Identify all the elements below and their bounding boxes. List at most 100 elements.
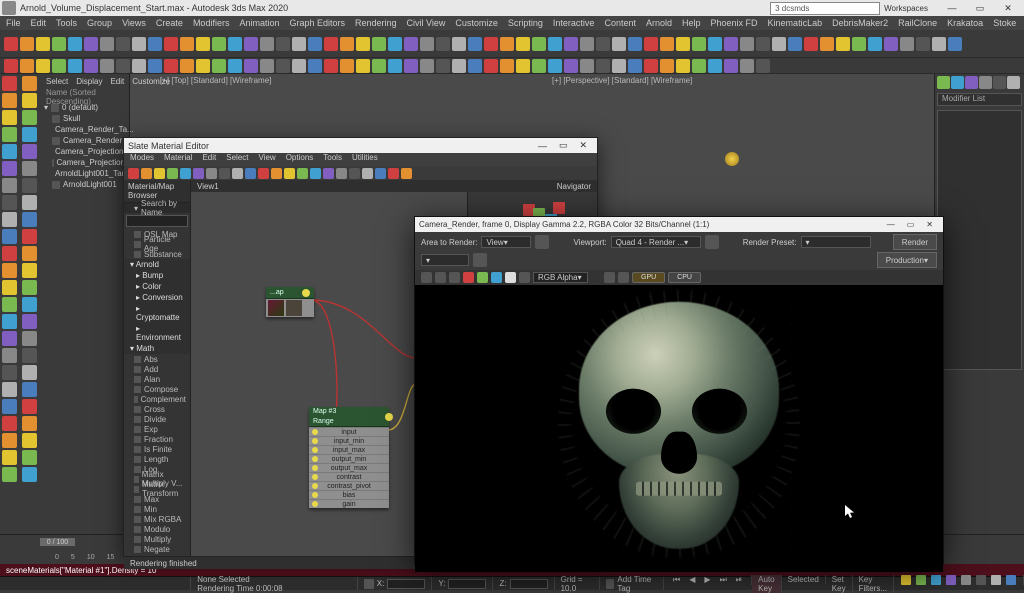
menu-modifiers[interactable]: Modifiers xyxy=(193,18,230,28)
toolbar-icon[interactable] xyxy=(375,168,386,179)
render-minimize-button[interactable]: — xyxy=(881,220,901,229)
mono-icon[interactable] xyxy=(519,272,530,283)
menu-file[interactable]: File xyxy=(6,18,21,28)
browser-item[interactable]: Min xyxy=(124,504,190,514)
toolbar-icon[interactable] xyxy=(404,59,418,73)
slate-minimize-button[interactable]: — xyxy=(532,141,553,151)
command-tab-icon[interactable] xyxy=(951,76,964,89)
toolbar-icon[interactable] xyxy=(260,59,274,73)
toolbar-icon[interactable] xyxy=(420,59,434,73)
toolbar-icon[interactable] xyxy=(20,37,34,51)
menu-interactive[interactable]: Interactive xyxy=(553,18,595,28)
toolbar-icon[interactable] xyxy=(260,37,274,51)
browser-item[interactable]: Complement xyxy=(124,394,190,404)
toolbar-icon[interactable] xyxy=(372,37,386,51)
slate-menu-tools[interactable]: Tools xyxy=(323,153,342,166)
toolbar-icon[interactable] xyxy=(180,168,191,179)
scene-item[interactable]: Camera_Projection xyxy=(42,157,127,168)
left-tool-icon[interactable] xyxy=(2,314,17,329)
scene-item[interactable]: Skull xyxy=(42,113,127,124)
menu-krakatoa[interactable]: Krakatoa xyxy=(947,18,983,28)
toolbar-icon[interactable] xyxy=(4,59,18,73)
toolbar-icon[interactable] xyxy=(532,59,546,73)
scene-item[interactable]: ArnoldLight001 xyxy=(42,179,127,190)
toolbar-icon[interactable] xyxy=(141,168,152,179)
node-port[interactable]: input xyxy=(309,427,389,436)
zoom-icon[interactable] xyxy=(604,272,615,283)
toolbar-icon[interactable] xyxy=(788,37,802,51)
toolbar-icon[interactable] xyxy=(276,37,290,51)
left-tool-icon[interactable] xyxy=(2,433,17,448)
left-tool-icon[interactable] xyxy=(2,348,17,363)
toolbar-icon[interactable] xyxy=(532,37,546,51)
toolbar-icon[interactable] xyxy=(564,59,578,73)
left-tool-icon[interactable] xyxy=(22,331,37,346)
command-tab-icon[interactable] xyxy=(937,76,950,89)
toolbar-icon[interactable] xyxy=(948,37,962,51)
toolbar-icon[interactable] xyxy=(132,37,146,51)
toolbar-icon[interactable] xyxy=(20,59,34,73)
menu-edit[interactable]: Edit xyxy=(31,18,47,28)
toolbar-icon[interactable] xyxy=(804,37,818,51)
toolbar-icon[interactable] xyxy=(116,59,130,73)
toolbar-icon[interactable] xyxy=(340,59,354,73)
left-tool-icon[interactable] xyxy=(22,450,37,465)
browser-search-input[interactable] xyxy=(126,215,188,227)
toolbar-icon[interactable] xyxy=(436,59,450,73)
toolbar-icon[interactable] xyxy=(916,37,930,51)
modifier-stack[interactable] xyxy=(937,110,1022,370)
toolbar-icon[interactable] xyxy=(548,59,562,73)
browser-item[interactable]: Exp xyxy=(124,424,190,434)
playback-button[interactable]: ⏭ xyxy=(717,575,730,585)
node-bitmap[interactable]: ...ap xyxy=(266,287,314,317)
toolbar-icon[interactable] xyxy=(196,37,210,51)
area-to-render-dropdown[interactable]: View ▾ xyxy=(481,236,531,248)
toolbar-icon[interactable] xyxy=(100,59,114,73)
toolbar-icon[interactable] xyxy=(340,37,354,51)
command-tab-icon[interactable] xyxy=(979,76,992,89)
toolbar-icon[interactable] xyxy=(468,37,482,51)
left-tool-icon[interactable] xyxy=(22,467,37,482)
slate-menu-utilities[interactable]: Utilities xyxy=(352,153,378,166)
toolbar-icon[interactable] xyxy=(724,37,738,51)
add-time-tag-button[interactable]: Add Time Tag xyxy=(617,575,657,593)
channel-dropdown[interactable]: RGB Alpha ▾ xyxy=(533,272,588,283)
browser-subcategory[interactable]: ▸ Environment xyxy=(124,323,190,343)
slate-maximize-button[interactable]: ▭ xyxy=(553,140,574,151)
scene-item[interactable]: Camera_Render_Ta... xyxy=(42,124,127,135)
toolbar-icon[interactable] xyxy=(644,37,658,51)
toolbar-icon[interactable] xyxy=(128,168,139,179)
toolbar-icon[interactable] xyxy=(212,37,226,51)
menu-debrismaker2[interactable]: DebrisMaker2 xyxy=(832,18,888,28)
toolbar-icon[interactable] xyxy=(756,37,770,51)
menu-scripting[interactable]: Scripting xyxy=(508,18,543,28)
toolbar-icon[interactable] xyxy=(132,59,146,73)
browser-subcategory[interactable]: ▸ Conversion xyxy=(124,292,190,303)
toolbar-icon[interactable] xyxy=(4,37,18,51)
toolbar-icon[interactable] xyxy=(484,59,498,73)
node-port[interactable]: input_min xyxy=(309,436,389,445)
toolbar-icon[interactable] xyxy=(244,37,258,51)
toolbar-icon[interactable] xyxy=(116,37,130,51)
render-output-canvas[interactable] xyxy=(415,285,943,572)
left-tool-icon[interactable] xyxy=(22,195,37,210)
toolbar-icon[interactable] xyxy=(516,37,530,51)
toolbar-icon[interactable] xyxy=(388,59,402,73)
left-tool-icon[interactable] xyxy=(2,450,17,465)
command-tab-icon[interactable] xyxy=(965,76,978,89)
modifier-list-dropdown[interactable]: Modifier List xyxy=(937,93,1022,106)
playback-button[interactable]: ⏮ xyxy=(670,575,683,585)
left-tool-icon[interactable] xyxy=(22,212,37,227)
scene-sort-label[interactable]: Name (Sorted Descending) xyxy=(40,88,129,100)
toolbar-icon[interactable] xyxy=(148,37,162,51)
toolbar-icon[interactable] xyxy=(148,59,162,73)
left-tool-icon[interactable] xyxy=(2,467,17,482)
command-tab-icon[interactable] xyxy=(1007,76,1020,89)
viewport-nav-icon[interactable] xyxy=(901,575,911,585)
command-panel-tabs[interactable] xyxy=(937,76,1022,89)
menu-railclone[interactable]: RailClone xyxy=(898,18,937,28)
slate-menu-view[interactable]: View xyxy=(259,153,276,166)
left-tool-icon[interactable] xyxy=(2,280,17,295)
toolbar-icon[interactable] xyxy=(756,59,770,73)
toolbar-icon[interactable] xyxy=(297,168,308,179)
